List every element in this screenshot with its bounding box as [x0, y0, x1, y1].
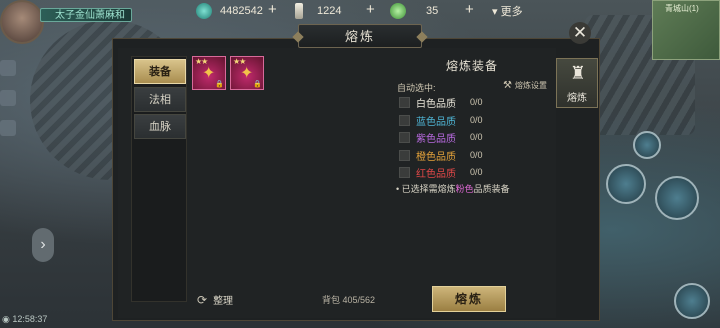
quality-checkbox[interactable] [399, 149, 410, 161]
category-tabs: 装备 法相 血脉 [131, 56, 187, 302]
quick-icon-3[interactable] [0, 120, 16, 136]
green-orb-icon [390, 3, 406, 19]
quality-label: 橙色品质 [416, 151, 456, 163]
quality-checkbox[interactable] [399, 131, 410, 143]
settings-title: 熔炼装备 [445, 59, 498, 73]
lock-icon: 🔒 [215, 81, 224, 88]
quality-label: 蓝色品质 [416, 116, 456, 128]
currency-orb: 35 [390, 2, 438, 20]
lock-icon: 🔒 [253, 81, 262, 88]
minimap[interactable]: 青城山(1) [652, 0, 720, 60]
bag-capacity: 背包 405/562 [322, 295, 376, 305]
skill-button-4[interactable] [674, 283, 710, 319]
weapon-icon: ✦ [240, 65, 254, 82]
close-icon: ✕ [572, 23, 588, 42]
smelt-button[interactable]: 熔炼 [432, 286, 506, 312]
status-bar: ◉ 12:58:37 [2, 314, 47, 325]
hint-color-word: 粉色 [455, 184, 474, 194]
add-scroll-button[interactable]: + [366, 2, 375, 18]
quality-count: 0/0 [470, 132, 483, 142]
hammer-icon: ⚒ [503, 80, 512, 91]
hint-prefix: • 已选择需熔炼 [396, 184, 456, 194]
weapon-icon: ✦ [202, 65, 216, 82]
panel-title: 熔炼 [344, 29, 375, 44]
quality-count: 0/0 [470, 115, 483, 125]
currency-orb-value: 35 [426, 5, 439, 17]
clock: 12:58:37 [12, 314, 48, 324]
quality-label: 白色品质 [416, 98, 456, 110]
more-label: 更多 [500, 6, 523, 18]
smelt-settings-button[interactable]: ⚒ 熔炼设置 [503, 80, 547, 91]
quality-count: 0/0 [470, 167, 483, 177]
chevron-right-icon: › [40, 236, 46, 253]
currency-jade: 4482542 [196, 2, 263, 20]
quick-icon-2[interactable] [0, 90, 16, 106]
side-tab-label: 熔炼 [567, 93, 587, 104]
equipment-slot[interactable]: ★★ ✦ 🔒 [192, 56, 226, 90]
currency-scroll: 1224 [295, 2, 341, 20]
wifi-icon: ◉ [2, 314, 13, 324]
quality-label: 紫色品质 [416, 133, 456, 145]
left-quick-icons [0, 60, 18, 160]
tab-equipment[interactable]: 装备 [134, 59, 186, 84]
quick-icon-1[interactable] [0, 60, 16, 76]
add-jade-button[interactable]: + [268, 2, 277, 18]
auto-select-label: 自动选中: [397, 83, 436, 93]
jade-gem-icon [196, 3, 212, 19]
quality-count: 0/0 [470, 97, 483, 107]
tab-bloodline[interactable]: 血脉 [134, 114, 186, 139]
currency-jade-value: 4482542 [220, 5, 263, 17]
chevron-down-icon: ▾ [492, 6, 501, 18]
skill-button-3[interactable] [633, 131, 661, 159]
expand-arrow-button[interactable]: › [32, 228, 54, 262]
scroll-token-icon [295, 3, 303, 19]
minimap-location: 青城山(1) [665, 4, 699, 13]
panel-title-frame: 熔炼 [298, 24, 422, 48]
quality-row-purple[interactable]: 紫色品质 0/0 [399, 130, 483, 145]
quality-checkbox[interactable] [399, 166, 410, 178]
hint-suffix: 品质装备 [473, 184, 510, 194]
tidy-label: 整理 [213, 296, 234, 307]
equipment-slot[interactable]: ★★ ✦ 🔒 [230, 56, 264, 90]
quality-checkbox[interactable] [399, 96, 410, 108]
side-tab-smelt[interactable]: ♜ 熔炼 [556, 58, 598, 108]
add-orb-button[interactable]: + [465, 2, 474, 18]
player-name-bar: 太子金仙萧麻和 [40, 8, 132, 22]
skill-button-2[interactable] [655, 176, 699, 220]
quality-count: 0/0 [470, 150, 483, 160]
smelt-settings-label: 熔炼设置 [514, 81, 547, 90]
quality-checkbox[interactable] [399, 114, 410, 126]
more-menu-button[interactable]: ▾ 更多 [492, 3, 523, 19]
selection-hint: • 已选择需熔炼粉色品质装备 [396, 182, 510, 195]
furnace-icon: ♜ [569, 63, 587, 83]
player-avatar[interactable] [0, 0, 44, 44]
currency-scroll-value: 1224 [317, 5, 342, 17]
quality-label: 红色品质 [416, 168, 456, 180]
quality-row-red[interactable]: 红色品质 0/0 [399, 165, 483, 180]
tidy-button[interactable]: ⟳ 整理 [197, 292, 234, 308]
tab-dharma-form[interactable]: 法相 [134, 87, 186, 112]
quality-row-blue[interactable]: 蓝色品质 0/0 [399, 113, 483, 128]
quality-row-white[interactable]: 白色品质 0/0 [399, 95, 483, 110]
close-button[interactable]: ✕ [569, 22, 591, 44]
refresh-icon: ⟳ [197, 292, 208, 307]
player-name: 太子金仙萧麻和 [55, 10, 125, 21]
skill-button-1[interactable] [606, 164, 646, 204]
quality-row-orange[interactable]: 橙色品质 0/0 [399, 148, 483, 163]
